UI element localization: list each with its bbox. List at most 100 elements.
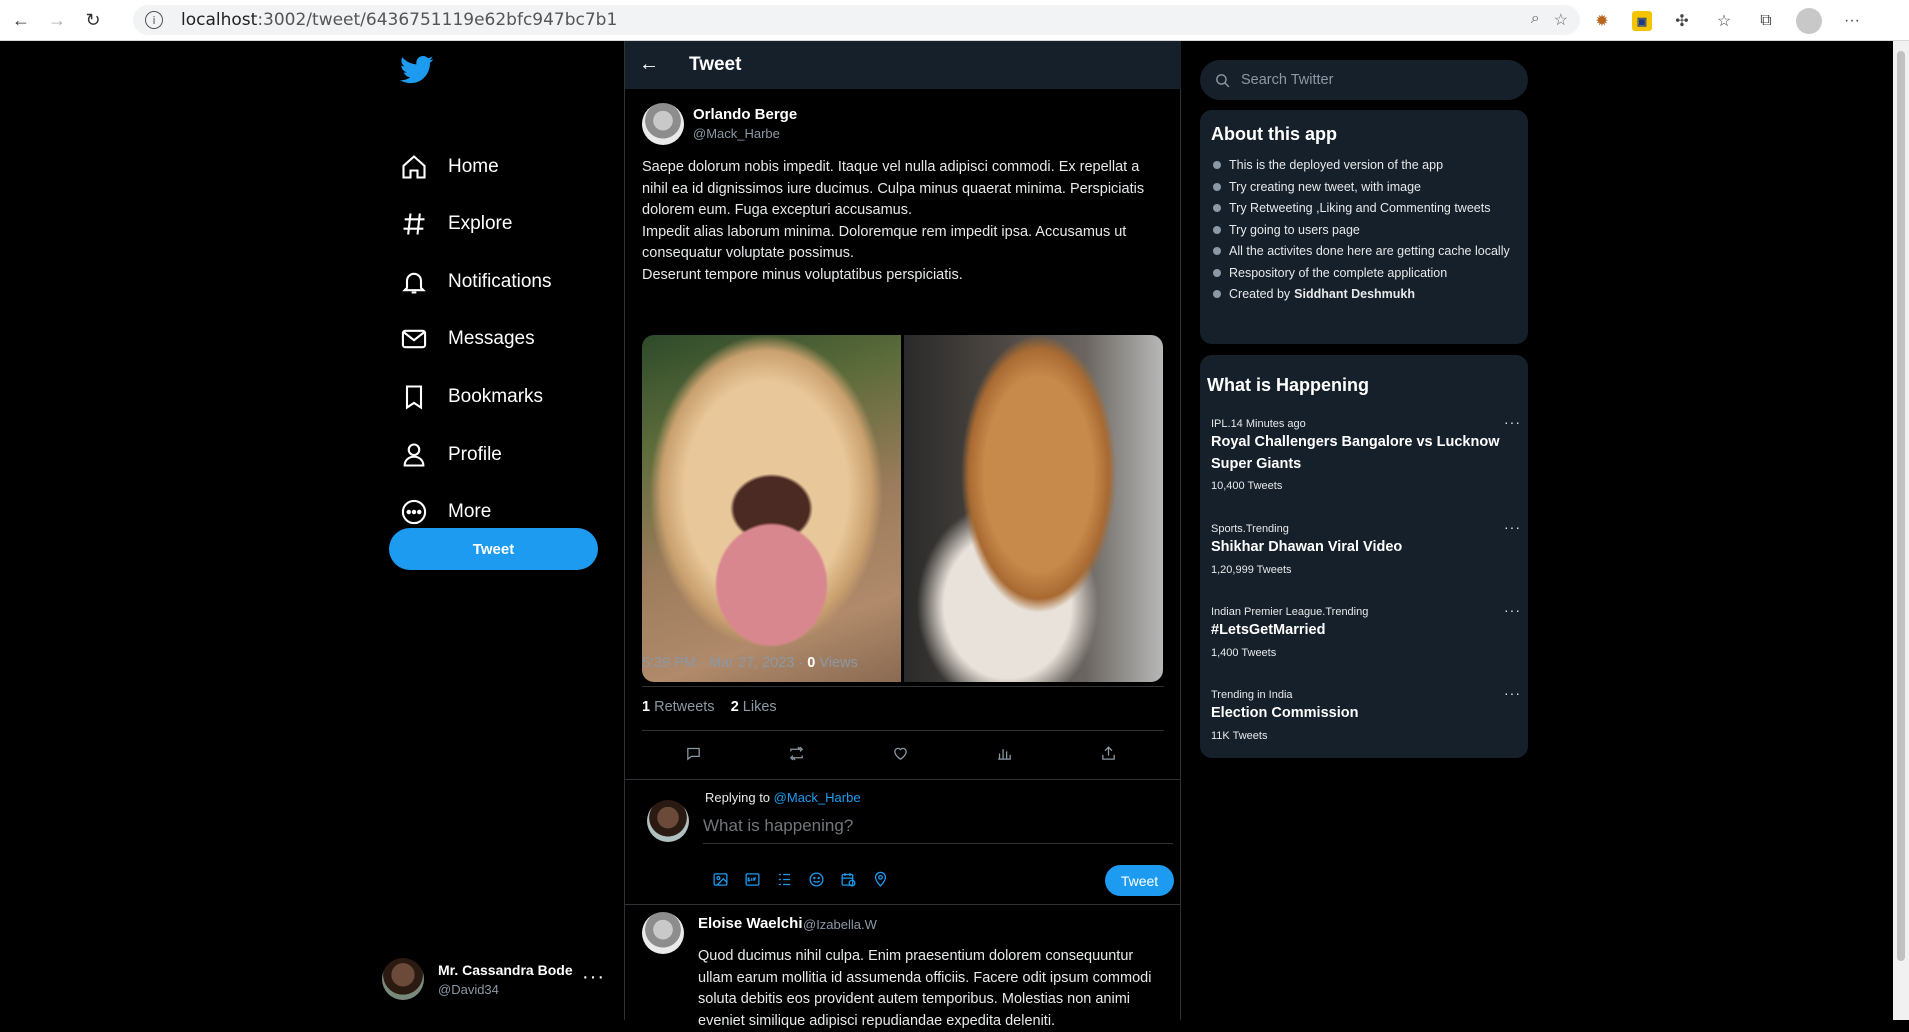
tweet-timestamp[interactable]: 5:39 PM · Mar 27, 2023 ·: [642, 655, 803, 671]
page-header: ← Tweet: [625, 41, 1181, 89]
zoom-icon[interactable]: ⌕: [1531, 10, 1540, 30]
trend-item[interactable]: Sports.Trending Shikhar Dhawan Viral Vid…: [1211, 519, 1521, 576]
url-text: localhost:3002/tweet/6436751119e62bfc947…: [181, 10, 618, 30]
trend-more-icon[interactable]: ···: [1504, 414, 1521, 430]
tweet-paragraph: Saepe dolorum nobis impedit. Itaque vel …: [642, 159, 1145, 218]
divider: [642, 686, 1164, 687]
sidebar-item-profile[interactable]: Profile: [400, 435, 502, 475]
extensions-puzzle-icon[interactable]: ✣: [1670, 9, 1694, 33]
tweet-image-dog[interactable]: [642, 335, 901, 682]
retweet-icon[interactable]: [781, 738, 811, 768]
analytics-icon[interactable]: [989, 738, 1019, 768]
list-item: Try Retweeting ,Liking and Commenting tw…: [1211, 199, 1511, 217]
sidebar-item-more[interactable]: More: [400, 492, 491, 532]
likes-stat[interactable]: 2 Likes: [731, 699, 777, 715]
trend-item[interactable]: Indian Premier League.Trending #LetsGetM…: [1211, 602, 1521, 659]
trend-topic: Shikhar Dhawan Viral Video: [1211, 539, 1403, 555]
author-handle[interactable]: @Mack_Harbe: [693, 126, 780, 141]
extension-bug-icon[interactable]: ✹: [1590, 9, 1614, 33]
trend-topic: Election Commission: [1211, 705, 1359, 721]
sidebar-tweet-button[interactable]: Tweet: [389, 528, 598, 570]
trend-count: 1,20,999 Tweets: [1211, 563, 1292, 576]
share-icon[interactable]: [1093, 738, 1123, 768]
scrollbar-thumb[interactable]: [1897, 51, 1905, 961]
favorites-icon[interactable]: ☆: [1712, 9, 1736, 33]
schedule-icon[interactable]: [839, 870, 857, 888]
gif-icon[interactable]: [743, 870, 761, 888]
back-arrow-icon[interactable]: ←: [639, 53, 659, 76]
comment-text: Quod ducimus nihil culpa. Enim praesenti…: [698, 948, 1152, 1029]
browser-profile-avatar[interactable]: [1796, 8, 1822, 34]
trend-more-icon[interactable]: ···: [1504, 519, 1521, 535]
sidebar-item-notifications[interactable]: Notifications: [400, 262, 552, 302]
views-label: Views: [819, 655, 858, 671]
hashtag-icon: [403, 213, 425, 235]
sidebar-item-messages[interactable]: Messages: [400, 319, 535, 359]
browser-back-icon[interactable]: ←: [6, 5, 36, 35]
browser-toolbar: ← → ↻ i localhost:3002/tweet/6436751119e…: [0, 0, 1909, 41]
avatar[interactable]: [642, 912, 684, 954]
like-heart-icon[interactable]: [885, 738, 915, 768]
trend-more-icon[interactable]: ···: [1504, 602, 1521, 618]
reply-composer: Replying to @Mack_Harbe Tweet: [625, 779, 1181, 905]
tweet-stats: 1 Retweets 2 Likes: [642, 699, 777, 715]
comment-author-handle[interactable]: @Izabella.W: [803, 917, 877, 932]
mail-icon: [401, 329, 427, 349]
site-info-icon[interactable]: i: [145, 11, 163, 29]
browser-reload-icon[interactable]: ↻: [78, 5, 108, 35]
twitter-logo-icon[interactable]: [400, 55, 434, 85]
trend-item[interactable]: Trending in India Election Commission 11…: [1211, 685, 1521, 742]
browser-forward-icon[interactable]: →: [42, 5, 72, 35]
tweet-media: [642, 335, 1163, 682]
main-column: ← Tweet Orlando Berge @Mack_Harbe Saepe …: [624, 41, 1181, 1029]
emoji-icon[interactable]: [807, 870, 825, 888]
current-user-account[interactable]: Mr. Cassandra Bode @David34 ···: [382, 956, 612, 1002]
comment-author-name[interactable]: Eloise Waelchi: [698, 915, 802, 932]
replying-to-handle[interactable]: @Mack_Harbe: [774, 790, 861, 805]
sidebar-item-home[interactable]: Home: [400, 147, 499, 187]
extension-badge-icon[interactable]: ▣: [1632, 11, 1652, 31]
sidebar-item-bookmarks[interactable]: Bookmarks: [400, 377, 543, 417]
sidebar-item-label: Profile: [448, 444, 502, 465]
sidebar-item-label: Messages: [448, 328, 535, 349]
sidebar-item-label: Home: [448, 156, 499, 177]
repository-link[interactable]: Respository of the complete application: [1211, 264, 1511, 282]
bell-icon: [402, 272, 426, 294]
about-title: About this app: [1211, 124, 1337, 144]
browser-menu-icon[interactable]: ···: [1840, 9, 1864, 33]
author-name[interactable]: Orlando Berge: [693, 106, 797, 123]
list-item: Try creating new tweet, with image: [1211, 178, 1511, 196]
account-menu-icon[interactable]: ···: [582, 966, 605, 989]
sidebar-item-label: Bookmarks: [448, 386, 544, 407]
reply-icon[interactable]: [678, 738, 708, 768]
happening-title: What is Happening: [1207, 375, 1369, 395]
avatar: [382, 958, 424, 1000]
search-input[interactable]: [1241, 72, 1511, 88]
avatar[interactable]: [642, 103, 684, 145]
tweet-image-cat[interactable]: [904, 335, 1163, 682]
reply-tweet-button[interactable]: Tweet: [1105, 865, 1174, 896]
page-scrollbar[interactable]: [1893, 41, 1909, 1020]
creator-name[interactable]: Siddhant Deshmukh: [1294, 287, 1415, 301]
search-bar[interactable]: [1200, 60, 1528, 100]
list-item: All the activites done here are getting …: [1211, 242, 1511, 260]
about-panel: About this app This is the deployed vers…: [1200, 110, 1528, 344]
image-upload-icon[interactable]: [711, 870, 729, 888]
list-item: Try going to users page: [1211, 221, 1511, 239]
favorite-star-icon[interactable]: ☆: [1554, 10, 1568, 30]
trend-category: Trending in India: [1211, 689, 1293, 701]
sidebar-item-explore[interactable]: Explore: [400, 204, 512, 244]
reply-input[interactable]: [703, 808, 1173, 844]
address-bar[interactable]: i localhost:3002/tweet/6436751119e62bfc9…: [133, 5, 1580, 35]
bookmark-icon: [405, 385, 423, 410]
replying-to: Replying to @Mack_Harbe: [705, 790, 861, 805]
retweets-stat[interactable]: 1 Retweets: [642, 699, 715, 715]
poll-icon[interactable]: [775, 870, 793, 888]
location-icon[interactable]: [871, 870, 889, 888]
trend-item[interactable]: IPL.14 Minutes ago Royal Challengers Ban…: [1211, 414, 1521, 492]
trend-more-icon[interactable]: ···: [1504, 685, 1521, 701]
collections-icon[interactable]: ⧉: [1754, 9, 1778, 33]
tweet-text: Saepe dolorum nobis impedit. Itaque vel …: [642, 157, 1164, 286]
search-icon: [1216, 73, 1230, 87]
composer-tools: [711, 870, 889, 888]
